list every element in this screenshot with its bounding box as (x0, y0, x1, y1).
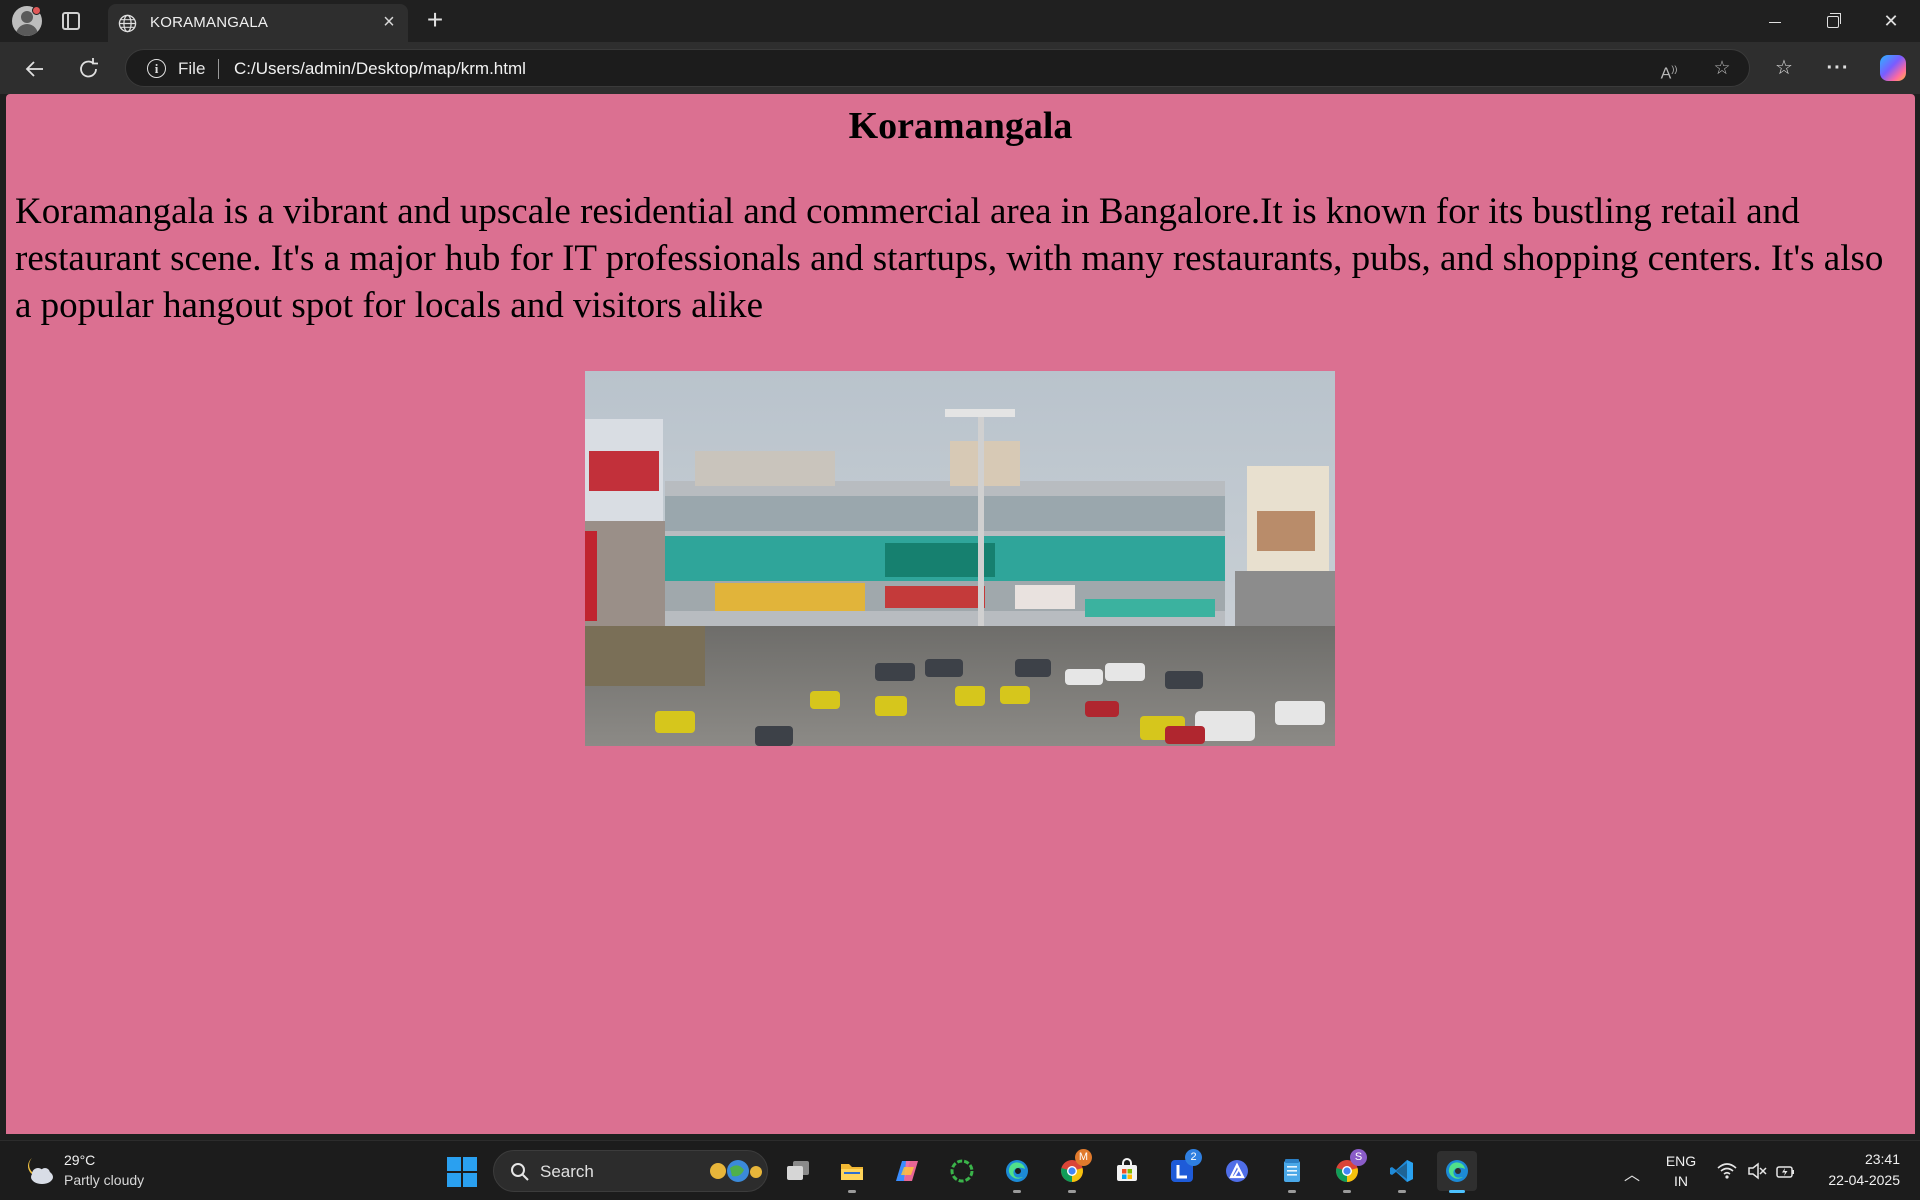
notepad-icon (1284, 1159, 1300, 1182)
reload-icon[interactable] (72, 52, 106, 86)
taskbar-task-view[interactable] (778, 1151, 818, 1191)
running-indicator (1398, 1190, 1406, 1193)
url-text[interactable]: C:/Users/admin/Desktop/map/krm.html (234, 59, 526, 79)
region-code: IN (1674, 1173, 1688, 1189)
taskbar-edge-active[interactable] (1437, 1151, 1477, 1193)
favorites-icon[interactable]: ☆ (1772, 56, 1796, 80)
taskbar-chrome-m[interactable]: M (1052, 1149, 1092, 1193)
taskbar-l-app[interactable]: 2 (1162, 1149, 1202, 1191)
page-description: Koramangala is a vibrant and upscale res… (15, 191, 1884, 326)
page-title: Koramangala (848, 105, 1073, 147)
tab-koramangala[interactable]: KORAMANGALA × (108, 4, 408, 42)
read-aloud-icon[interactable]: A)) (1658, 58, 1680, 82)
running-indicator (1343, 1190, 1351, 1193)
address-bar[interactable]: i File C:/Users/admin/Desktop/map/krm.ht… (125, 49, 1750, 87)
active-indicator (1449, 1190, 1465, 1193)
taskbar-vscode[interactable] (1382, 1151, 1422, 1193)
search-highlight-icon (710, 1160, 762, 1182)
add-favorite-star-icon[interactable]: ☆ (1711, 58, 1733, 80)
back-arrow-icon[interactable] (18, 52, 52, 86)
volume-muted-icon[interactable] (1746, 1160, 1768, 1182)
running-indicator (1013, 1190, 1021, 1193)
notification-badge: 2 (1185, 1149, 1202, 1166)
windows-start-icon[interactable] (447, 1157, 477, 1187)
running-indicator (848, 1190, 856, 1193)
more-menu-icon[interactable]: ··· (1826, 56, 1850, 80)
copilot-icon[interactable] (1880, 55, 1906, 81)
taskbar-edge[interactable] (997, 1151, 1037, 1193)
triangle-app-icon (1226, 1160, 1248, 1182)
green-ring-icon (950, 1159, 974, 1183)
close-window-button[interactable]: ✕ (1863, 0, 1919, 42)
taskbar: 29°C Partly cloudy Search M 2 S ︿ ENG IN… (0, 1140, 1920, 1200)
page-viewport: Koramangala Koramangala is a vibrant and… (6, 94, 1915, 1134)
close-tab-icon[interactable]: × (378, 11, 400, 33)
copilot-icon (896, 1161, 918, 1181)
store-icon (1117, 1158, 1137, 1181)
language-indicator[interactable]: ENG IN (1664, 1151, 1698, 1191)
title-bar: KORAMANGALA × + ✕ (0, 0, 1920, 42)
globe-icon (118, 14, 137, 33)
browser-toolbar: i File C:/Users/admin/Desktop/map/krm.ht… (0, 42, 1920, 94)
wifi-icon[interactable] (1716, 1160, 1738, 1182)
taskbar-chrome-s[interactable]: S (1327, 1149, 1367, 1193)
clock-time[interactable]: 23:41 (1800, 1151, 1900, 1167)
edge-icon (1446, 1160, 1468, 1182)
edge-icon (1006, 1160, 1028, 1182)
tab-title: KORAMANGALA (150, 14, 269, 31)
search-label: Search (540, 1162, 594, 1181)
running-indicator (1068, 1190, 1076, 1193)
chevron-up-icon[interactable]: ︿ (1622, 1161, 1642, 1184)
taskbar-circle-app[interactable] (942, 1151, 982, 1191)
taskbar-store[interactable] (1107, 1151, 1147, 1191)
partly-cloudy-icon[interactable] (22, 1154, 56, 1188)
taskbar-search-box[interactable]: Search (493, 1150, 768, 1192)
task-view-icon (787, 1161, 809, 1180)
taskbar-triangle-app[interactable] (1217, 1151, 1257, 1191)
koramangala-mall-photo (585, 371, 1335, 746)
running-indicator (1288, 1190, 1296, 1193)
profile-badge: M (1075, 1149, 1092, 1166)
folder-icon (841, 1164, 863, 1180)
profile-notification-dot (32, 6, 41, 15)
weather-temperature[interactable]: 29°C (64, 1152, 95, 1168)
search-icon (511, 1163, 529, 1181)
new-tab-button[interactable]: + (420, 6, 450, 36)
minimize-button[interactable] (1747, 0, 1803, 42)
taskbar-notepad[interactable] (1272, 1151, 1312, 1193)
address-separator (218, 59, 219, 79)
tab-actions-icon[interactable] (62, 12, 80, 30)
address-scheme-label: File (178, 59, 206, 78)
profile-badge: S (1350, 1149, 1367, 1166)
site-info-icon[interactable]: i (147, 59, 166, 78)
restore-button[interactable] (1805, 0, 1861, 42)
battery-charging-icon[interactable] (1774, 1160, 1796, 1182)
vscode-icon (1390, 1160, 1413, 1182)
weather-description[interactable]: Partly cloudy (64, 1172, 144, 1188)
taskbar-file-explorer[interactable] (832, 1151, 872, 1193)
language-code: ENG (1665, 1153, 1697, 1169)
taskbar-copilot[interactable] (887, 1151, 927, 1191)
clock-date[interactable]: 22-04-2025 (1800, 1172, 1900, 1188)
